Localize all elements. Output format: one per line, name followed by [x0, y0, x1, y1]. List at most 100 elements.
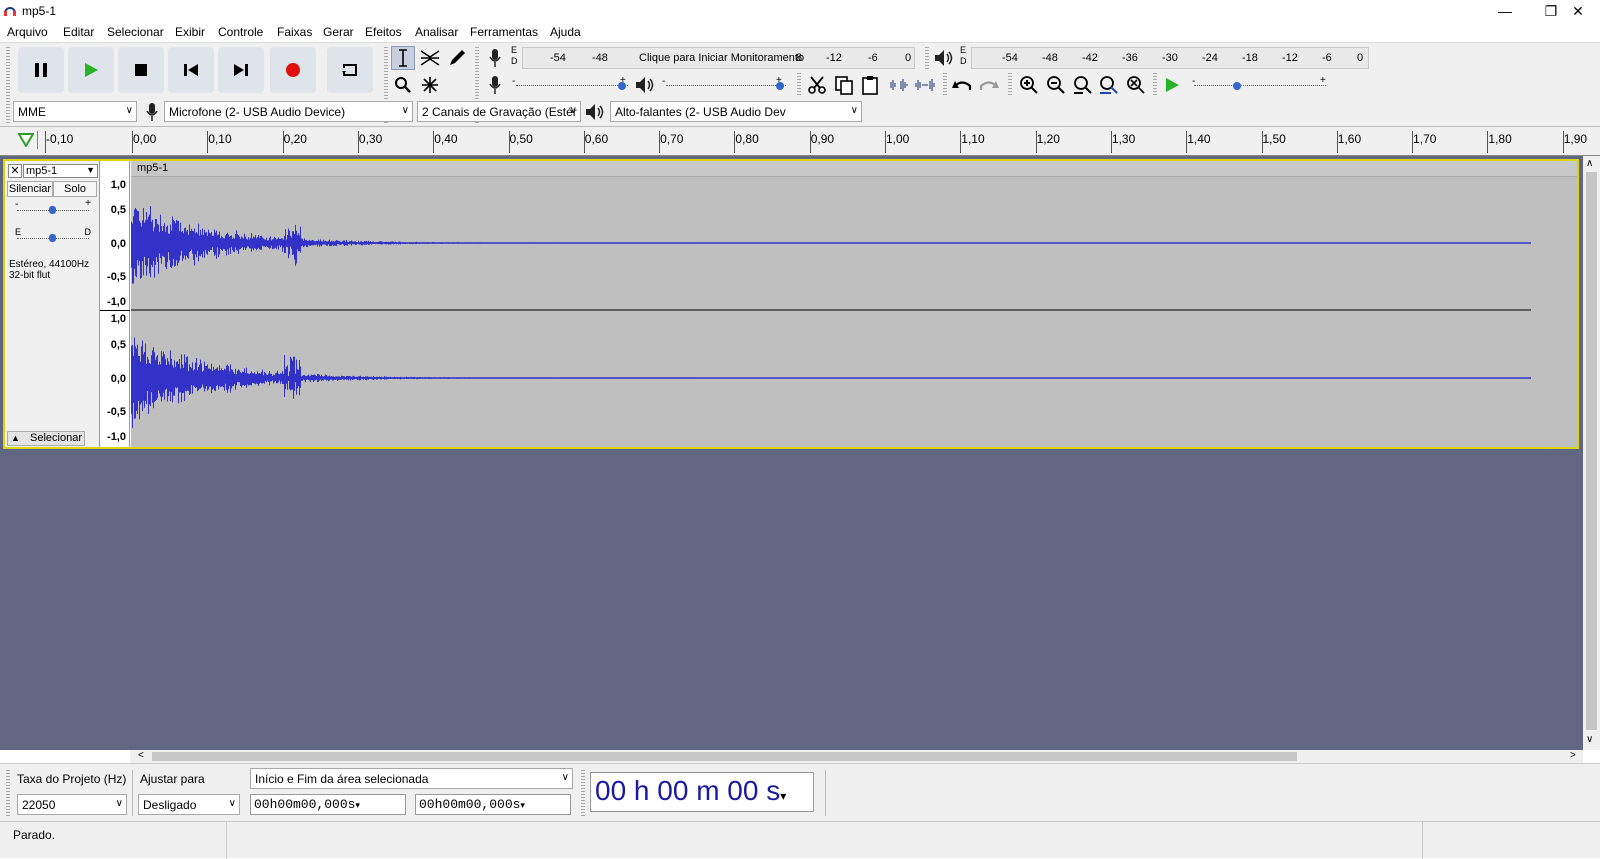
mute-button[interactable]: Silenciar [7, 181, 53, 197]
fit-selection-button[interactable] [1071, 73, 1095, 97]
input-device-select[interactable]: Microfone (2- USB Audio Device) ∨ [164, 101, 413, 122]
horizontal-scroll-thumb[interactable] [152, 752, 1297, 761]
audio-host-select[interactable]: MME ∨ [13, 101, 137, 122]
selection-tool-button[interactable] [391, 46, 415, 70]
clip-header[interactable]: mp5-1 [131, 161, 1577, 177]
speaker-icon [586, 104, 604, 120]
horizontal-scrollbar[interactable]: < > [130, 750, 1583, 763]
select-track-button[interactable]: ▲ Selecionar [7, 431, 85, 446]
envelope-tool-button[interactable] [418, 46, 442, 70]
project-rate-select[interactable]: 22050 ∨ [17, 794, 127, 815]
menu-arquivo[interactable]: Arquivo [7, 25, 48, 39]
play-button[interactable] [68, 47, 114, 93]
scroll-right-icon[interactable]: > [1570, 750, 1576, 761]
pause-button[interactable] [18, 47, 64, 93]
vertical-scroll-thumb[interactable] [1586, 172, 1597, 730]
loop-button[interactable] [327, 47, 373, 93]
timeline-ruler[interactable]: -0,10 0,00 0,10 0,20 0,30 0,40 0,50 0,60 0,70 0,8… [0, 126, 1600, 156]
toolbar-grip[interactable] [943, 73, 947, 97]
audio-position-time[interactable]: 00 h 00 m 00 s▾ [590, 772, 814, 812]
zoom-toggle-button[interactable] [1124, 73, 1148, 97]
selection-mode-select[interactable]: Início e Fim da área selecionada ∨ [250, 768, 573, 789]
draw-tool-button[interactable] [445, 46, 469, 70]
copy-button[interactable] [832, 73, 856, 97]
playback-meter[interactable]: -54 -48 -42 -36 -30 -24 -18 -12 -6 0 [971, 47, 1369, 69]
audio-track[interactable]: ✕ mp5-1 ▼ Silenciar Solo - + ED Estéreo, 4… [3, 159, 1579, 449]
vertical-scale[interactable]: 1,0 0,5 0,0 -0,5 -1,0 1,0 0,5 0,0 -0,5 -… [100, 161, 130, 447]
menu-efeitos[interactable]: Efeitos [365, 25, 402, 39]
menu-ajuda[interactable]: Ajuda [550, 25, 581, 39]
track-area[interactable]: ✕ mp5-1 ▼ Silenciar Solo - + ED Estéreo, 4… [0, 156, 1583, 750]
toolbar-grip[interactable] [6, 47, 10, 99]
trim-icon [890, 79, 908, 91]
toolbar-grip[interactable] [1008, 73, 1012, 97]
stop-icon [135, 64, 147, 76]
scroll-down-icon[interactable]: ∨ [1586, 734, 1593, 745]
playback-meter-left-label: E [960, 45, 967, 55]
paste-button[interactable] [858, 73, 882, 97]
snap-to-select[interactable]: Desligado ∨ [138, 794, 240, 815]
toolbar-grip[interactable] [797, 73, 801, 97]
solo-button[interactable]: Solo [53, 181, 97, 197]
scroll-left-icon[interactable]: < [138, 750, 144, 761]
record-button[interactable] [270, 47, 316, 93]
stop-button[interactable] [118, 47, 164, 93]
waveform-clip[interactable]: mp5-1 [131, 161, 1577, 447]
menu-faixas[interactable]: Faixas [277, 25, 312, 39]
menu-analisar[interactable]: Analisar [415, 25, 458, 39]
undo-button[interactable] [950, 73, 974, 97]
scroll-up-icon[interactable]: ∧ [1586, 158, 1593, 169]
record-meter[interactable]: -54 -48 Clique para Iniciar Monitorament… [522, 47, 915, 69]
play-at-speed-button[interactable] [1160, 73, 1184, 97]
minimize-button[interactable]: — [1482, 0, 1528, 22]
pan-slider[interactable]: ED [15, 227, 91, 245]
selection-start-time[interactable]: 00h00m00,000s▾ [250, 794, 406, 815]
skip-to-end-button[interactable] [218, 47, 264, 93]
channels-select[interactable]: 2 Canais de Gravação (Estér ∨ [417, 101, 581, 122]
track-name-menu[interactable]: mp5-1 ▼ [23, 164, 98, 178]
skip-end-icon [234, 64, 248, 76]
loop-icon [342, 64, 357, 76]
zoom-out-button[interactable] [1044, 73, 1068, 97]
ruler-tick-label: 0,90 [810, 132, 835, 146]
fit-project-button[interactable] [1097, 73, 1121, 97]
redo-button[interactable] [977, 73, 1001, 97]
record-volume-slider[interactable]: - + [512, 75, 632, 93]
track-control-panel[interactable]: ✕ mp5-1 ▼ Silenciar Solo - + ED Estéreo, 4… [5, 161, 100, 447]
trim-audio-button[interactable] [886, 73, 910, 97]
output-device-select[interactable]: Alto-falantes (2- USB Audio Dev ∨ [610, 101, 862, 122]
toolbar-grip[interactable] [1153, 73, 1157, 97]
menu-controle[interactable]: Controle [218, 25, 263, 39]
play-head-triangle-icon[interactable] [18, 133, 34, 147]
ruler-tick-label: 0,60 [584, 132, 609, 146]
menu-ferramentas[interactable]: Ferramentas [470, 25, 538, 39]
menu-gerar[interactable]: Gerar [323, 25, 354, 39]
pencil-icon [450, 50, 465, 65]
playback-volume-slider[interactable]: - + [662, 75, 790, 93]
multi-tool-button[interactable] [418, 73, 442, 97]
close-track-button[interactable]: ✕ [8, 164, 22, 178]
zoom-tool-button[interactable] [391, 73, 415, 97]
record-meter-button[interactable] [483, 46, 507, 70]
playback-meter-button[interactable] [932, 46, 956, 70]
silence-audio-button[interactable] [913, 73, 937, 97]
cut-button[interactable] [805, 73, 829, 97]
skip-to-start-button[interactable] [168, 47, 214, 93]
playback-meter-tick: -48 [1042, 52, 1058, 64]
zoom-in-button[interactable] [1017, 73, 1041, 97]
toolbar-grip[interactable] [581, 770, 585, 816]
vertical-scrollbar[interactable]: ∧ ∨ [1583, 156, 1600, 750]
gain-slider[interactable]: - + [15, 198, 91, 217]
selection-end-time[interactable]: 00h00m00,000s▾ [415, 794, 571, 815]
ruler-tick-label: 0,70 [660, 132, 684, 146]
play-speed-slider[interactable]: - + [1190, 75, 1330, 93]
menu-editar[interactable]: Editar [63, 25, 94, 39]
status-bar: Parado. [0, 821, 1600, 859]
close-window-button[interactable]: ✕ [1556, 0, 1600, 22]
menu-selecionar[interactable]: Selecionar [107, 25, 164, 39]
menu-exibir[interactable]: Exibir [175, 25, 205, 39]
scale-label: 0,5 [110, 339, 126, 351]
toolbar-grip[interactable] [925, 47, 929, 71]
toolbar-grip[interactable] [6, 770, 10, 816]
toolbar-grip[interactable] [6, 101, 10, 123]
